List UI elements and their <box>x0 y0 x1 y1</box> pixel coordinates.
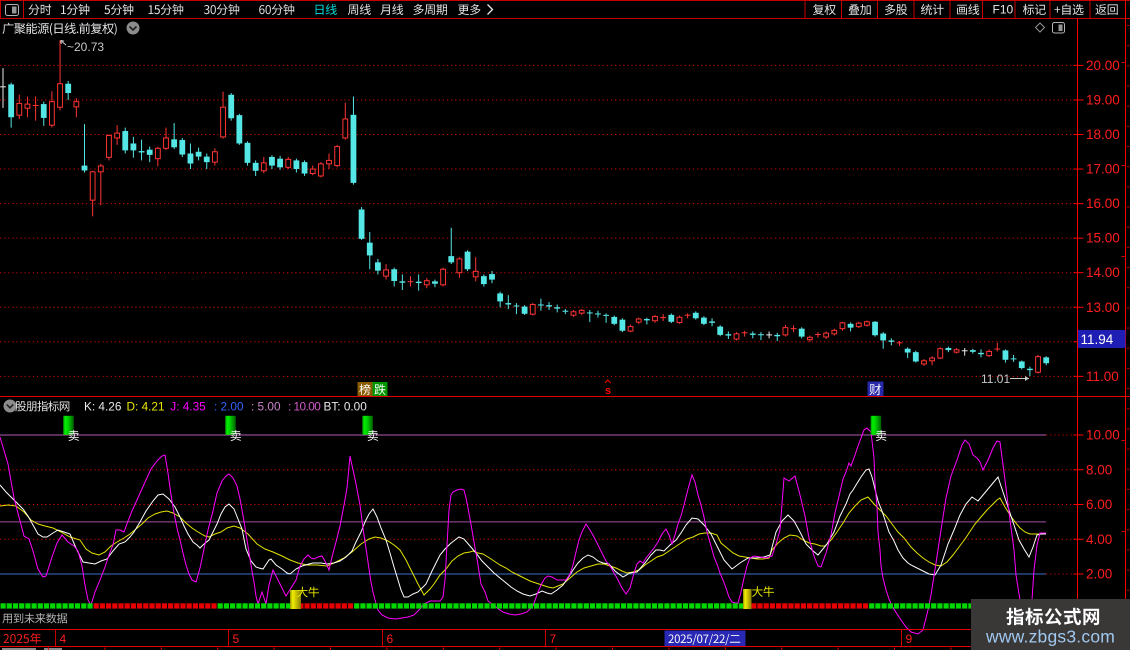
svg-text:9: 9 <box>906 632 913 646</box>
svg-text:19.00: 19.00 <box>1086 92 1120 107</box>
svg-text:D: 4.21: D: 4.21 <box>127 400 165 414</box>
svg-text:4.00: 4.00 <box>1086 532 1112 547</box>
svg-text:11.00: 11.00 <box>1086 369 1119 384</box>
svg-text:8.00: 8.00 <box>1086 462 1112 477</box>
svg-text:16.00: 16.00 <box>1086 196 1120 211</box>
svg-text:s: s <box>605 385 611 397</box>
svg-text:K: 4.26: K: 4.26 <box>84 400 122 414</box>
svg-text:15.00: 15.00 <box>1086 231 1120 246</box>
svg-text:BT: 0.00: BT: 0.00 <box>324 400 368 414</box>
svg-text:: 2.00: : 2.00 <box>214 400 244 414</box>
svg-text:F10: F10 <box>993 3 1014 17</box>
svg-text:13.00: 13.00 <box>1086 300 1120 315</box>
svg-text:~20.73: ~20.73 <box>67 40 104 54</box>
svg-text:6: 6 <box>387 632 394 646</box>
svg-text:18.00: 18.00 <box>1086 127 1120 142</box>
svg-text:17.00: 17.00 <box>1086 162 1120 177</box>
svg-text:4: 4 <box>60 632 67 646</box>
svg-text:14.00: 14.00 <box>1086 265 1120 280</box>
svg-text:7: 7 <box>550 632 557 646</box>
svg-text:: 5.00: : 5.00 <box>251 400 281 414</box>
svg-text:6.00: 6.00 <box>1086 497 1112 512</box>
svg-text:2.00: 2.00 <box>1086 567 1112 582</box>
svg-text:11.01: 11.01 <box>981 372 1010 386</box>
svg-text:5: 5 <box>233 632 240 646</box>
svg-text:J: 4.35: J: 4.35 <box>170 400 206 414</box>
svg-text:11.94: 11.94 <box>1081 332 1114 347</box>
svg-text:: 10.00: : 10.00 <box>288 400 321 414</box>
svg-text:20.00: 20.00 <box>1086 58 1120 73</box>
svg-text:www.zbgs3.com: www.zbgs3.com <box>985 627 1115 647</box>
svg-text:10.00: 10.00 <box>1086 428 1120 443</box>
